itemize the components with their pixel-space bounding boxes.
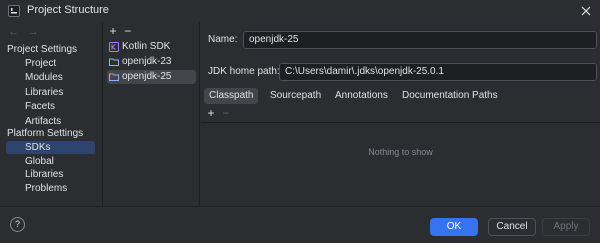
tab-annotations[interactable]: Annotations — [330, 88, 393, 104]
nav-item-modules[interactable]: Modules — [6, 71, 95, 84]
app-icon — [8, 5, 20, 17]
sdk-item-label: openjdk-25 — [122, 71, 172, 82]
nav-item-global-libraries[interactable]: Global Libraries — [6, 155, 95, 180]
nav-item-artifacts[interactable]: Artifacts — [6, 115, 95, 128]
sdk-item-label: Kotlin SDK — [122, 41, 171, 52]
tab-sourcepath[interactable]: Sourcepath — [265, 88, 326, 104]
forward-arrow-icon[interactable]: → — [28, 26, 39, 38]
nav-item-project[interactable]: Project — [6, 57, 95, 70]
kotlin-sdk-icon — [109, 42, 119, 52]
add-path-button[interactable]: + — [205, 106, 217, 120]
settings-navigation: ← → Project Settings Project Modules Lib… — [0, 22, 102, 206]
name-field[interactable]: openjdk-25 — [243, 31, 597, 49]
title-bar: Project Structure — [0, 0, 600, 22]
empty-state-text: Nothing to show — [368, 147, 433, 157]
cancel-button[interactable]: Cancel — [488, 218, 536, 236]
platform-settings-header: Platform Settings — [7, 128, 84, 139]
sdk-details-panel: Name: openjdk-25 JDK home path: C:\Users… — [201, 22, 600, 206]
ok-button[interactable]: OK — [430, 218, 478, 236]
tab-documentation-paths[interactable]: Documentation Paths — [397, 88, 503, 104]
nav-item-problems[interactable]: Problems — [6, 182, 95, 195]
sdk-item-kotlin[interactable]: Kotlin SDK — [107, 40, 196, 54]
jdk-home-path-field[interactable]: C:\Users\damir\.jdks\openjdk-25.0.1 — [279, 63, 597, 81]
classpath-toolbar: + − — [205, 106, 232, 120]
apply-button[interactable]: Apply — [542, 218, 590, 236]
jdk-folder-icon — [109, 73, 119, 81]
sdk-item-label: openjdk-23 — [122, 56, 172, 67]
sdk-list-toolbar: + − — [107, 24, 134, 38]
help-icon[interactable]: ? — [10, 217, 25, 232]
project-settings-header: Project Settings — [7, 44, 78, 55]
name-label: Name: — [208, 34, 238, 45]
divider — [201, 122, 600, 123]
back-arrow-icon[interactable]: ← — [8, 26, 19, 38]
remove-path-button[interactable]: − — [220, 106, 232, 120]
sdk-list-panel: + − Kotlin SDK openjdk-23 openjdk-25 — [102, 22, 200, 206]
remove-sdk-button[interactable]: − — [122, 24, 134, 38]
dialog-footer: ? OK Cancel Apply — [0, 206, 600, 243]
tab-classpath[interactable]: Classpath — [204, 88, 259, 104]
jdk-folder-icon — [109, 58, 119, 66]
add-sdk-button[interactable]: + — [107, 24, 119, 38]
nav-item-libraries[interactable]: Libraries — [6, 86, 95, 99]
jdk-home-path-label: JDK home path: — [208, 66, 280, 77]
nav-item-facets[interactable]: Facets — [6, 100, 95, 113]
window-title: Project Structure — [27, 4, 109, 16]
sdk-item-openjdk-23[interactable]: openjdk-23 — [107, 55, 196, 69]
sdk-item-openjdk-25[interactable]: openjdk-25 — [107, 70, 196, 84]
nav-arrows: ← → — [8, 26, 45, 38]
nav-item-sdks[interactable]: SDKs — [6, 141, 95, 154]
close-icon[interactable] — [578, 3, 594, 19]
